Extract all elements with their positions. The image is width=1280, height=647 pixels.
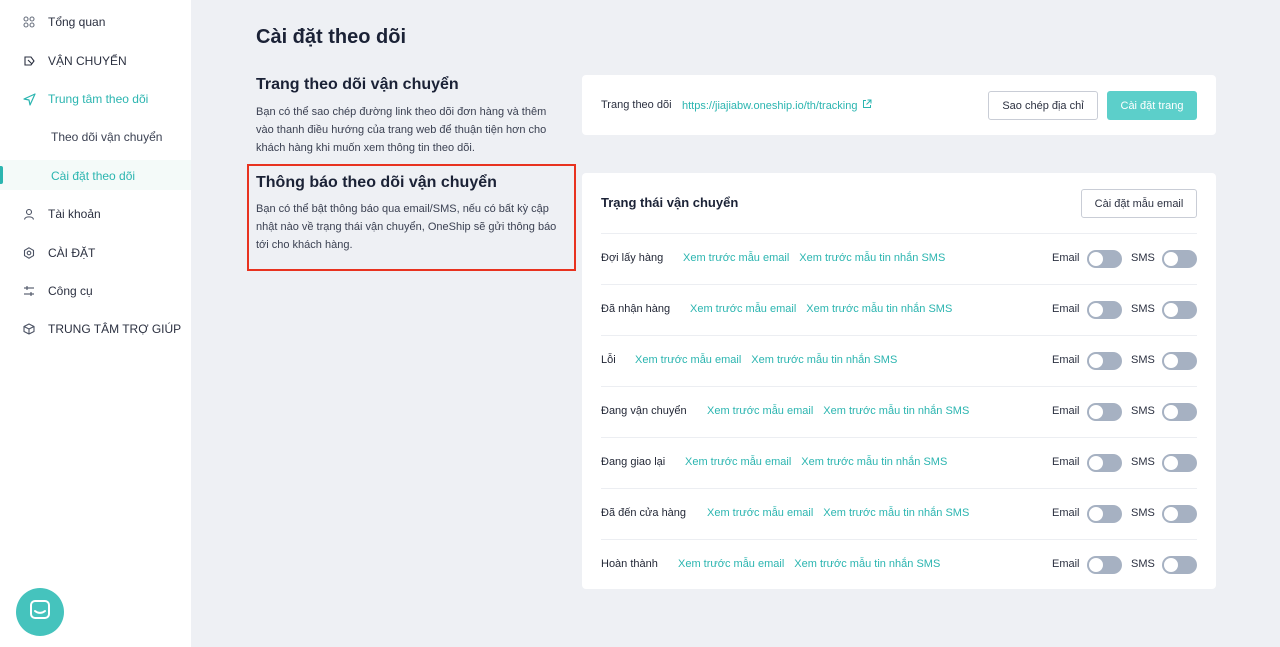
status-row: Lỗi Xem trước mẫu email Xem trước mẫu ti… bbox=[601, 335, 1197, 386]
tools-icon bbox=[22, 284, 36, 298]
email-label: Email bbox=[1052, 558, 1080, 570]
email-toggle[interactable] bbox=[1087, 352, 1122, 370]
sms-label: SMS bbox=[1131, 303, 1155, 315]
preview-sms-link[interactable]: Xem trước mẫu tin nhắn SMS bbox=[799, 252, 945, 264]
status-row: Đang vận chuyển Xem trước mẫu email Xem … bbox=[601, 386, 1197, 437]
preview-email-link[interactable]: Xem trước mẫu email bbox=[707, 405, 813, 417]
sms-label: SMS bbox=[1131, 252, 1155, 264]
preview-email-link[interactable]: Xem trước mẫu email bbox=[690, 303, 796, 315]
sidebar-item-label: TRUNG TÂM TRỢ GIÚP bbox=[48, 322, 182, 336]
sms-toggle[interactable] bbox=[1162, 505, 1197, 523]
status-name: Lỗi bbox=[601, 354, 616, 366]
chat-button[interactable] bbox=[16, 588, 64, 636]
email-label: Email bbox=[1052, 252, 1080, 264]
sidebar-item-label: Tổng quan bbox=[48, 15, 106, 29]
email-toggle[interactable] bbox=[1087, 505, 1122, 523]
external-link-icon bbox=[862, 99, 872, 112]
sidebar-item-tools[interactable]: Công cụ bbox=[0, 283, 191, 299]
notification-description: Bạn có thể bật thông báo qua email/SMS, … bbox=[256, 203, 557, 251]
email-toggle[interactable] bbox=[1087, 301, 1122, 319]
preview-email-link[interactable]: Xem trước mẫu email bbox=[678, 558, 784, 570]
status-row: Đã nhận hàng Xem trước mẫu email Xem trư… bbox=[601, 284, 1197, 335]
user-icon bbox=[22, 207, 36, 221]
status-name: Đã nhận hàng bbox=[601, 303, 671, 315]
preview-sms-link[interactable]: Xem trước mẫu tin nhắn SMS bbox=[751, 354, 897, 366]
notification-title: Thông báo theo dõi vận chuyển bbox=[256, 174, 497, 191]
shipping-status-title: Trạng thái vận chuyển bbox=[601, 195, 739, 210]
status-row: Đợi lấy hàng Xem trước mẫu email Xem trư… bbox=[601, 233, 1197, 284]
preview-email-link[interactable]: Xem trước mẫu email bbox=[635, 354, 741, 366]
sidebar-item-label: Trung tâm theo dõi bbox=[48, 92, 149, 106]
tracking-page-label: Trang theo dõi bbox=[601, 99, 672, 111]
tracking-page-title: Trang theo dõi vận chuyển bbox=[256, 76, 459, 93]
status-row: Hoàn thành Xem trước mẫu email Xem trước… bbox=[601, 539, 1197, 590]
page-title: Cài đặt theo dõi bbox=[256, 26, 406, 48]
tracking-url-link[interactable]: https://jiajiabw.oneship.io/th/tracking bbox=[682, 99, 872, 112]
sidebar-item-help-center[interactable]: TRUNG TÂM TRỢ GIÚP bbox=[0, 321, 191, 337]
email-template-button[interactable]: Cài đặt mẫu email bbox=[1081, 189, 1197, 218]
sms-toggle[interactable] bbox=[1162, 250, 1197, 268]
sidebar: Tổng quan VẬN CHUYỂN Trung tâm theo dõi … bbox=[0, 0, 191, 647]
status-name: Đang vận chuyển bbox=[601, 405, 687, 417]
sidebar-item-label: VẬN CHUYỂN bbox=[48, 54, 127, 68]
sidebar-subitem-label: Cài đặt theo dõi bbox=[51, 169, 136, 183]
sidebar-subitem-tracking-settings[interactable]: Cài đặt theo dõi bbox=[0, 160, 191, 190]
sidebar-subitem-tracking[interactable]: Theo dõi vận chuyển bbox=[0, 122, 191, 152]
email-label: Email bbox=[1052, 354, 1080, 366]
email-toggle[interactable] bbox=[1087, 250, 1122, 268]
sms-label: SMS bbox=[1131, 456, 1155, 468]
setup-page-button[interactable]: Cài đặt trang bbox=[1107, 91, 1197, 120]
sidebar-item-overview[interactable]: Tổng quan bbox=[0, 14, 191, 30]
preview-sms-link[interactable]: Xem trước mẫu tin nhắn SMS bbox=[794, 558, 940, 570]
tracking-page-description: Bạn có thể sao chép đường link theo dõi … bbox=[256, 106, 547, 154]
status-row: Đã đến cửa hàng Xem trước mẫu email Xem … bbox=[601, 488, 1197, 539]
sms-toggle[interactable] bbox=[1162, 454, 1197, 472]
email-toggle[interactable] bbox=[1087, 556, 1122, 574]
sidebar-item-tracking-center[interactable]: Trung tâm theo dõi bbox=[0, 91, 191, 107]
sidebar-item-account[interactable]: Tài khoản bbox=[0, 206, 191, 222]
tracking-url-text: https://jiajiabw.oneship.io/th/tracking bbox=[682, 99, 858, 112]
status-name: Đợi lấy hàng bbox=[601, 252, 664, 264]
sms-toggle[interactable] bbox=[1162, 403, 1197, 421]
sidebar-item-label: Công cụ bbox=[48, 284, 93, 298]
sms-toggle[interactable] bbox=[1162, 352, 1197, 370]
sidebar-item-label: Tài khoản bbox=[48, 207, 101, 221]
status-name: Đã đến cửa hàng bbox=[601, 507, 687, 519]
email-toggle[interactable] bbox=[1087, 454, 1122, 472]
sms-label: SMS bbox=[1131, 507, 1155, 519]
grid-icon bbox=[22, 15, 36, 29]
email-label: Email bbox=[1052, 303, 1080, 315]
preview-sms-link[interactable]: Xem trước mẫu tin nhắn SMS bbox=[806, 303, 952, 315]
email-label: Email bbox=[1052, 507, 1080, 519]
sms-toggle[interactable] bbox=[1162, 301, 1197, 319]
status-name: Hoàn thành bbox=[601, 558, 658, 570]
sms-label: SMS bbox=[1131, 405, 1155, 417]
preview-email-link[interactable]: Xem trước mẫu email bbox=[683, 252, 789, 264]
tracking-page-card: Trang theo dõi https://jiajiabw.oneship.… bbox=[582, 75, 1216, 135]
preview-email-link[interactable]: Xem trước mẫu email bbox=[685, 456, 791, 468]
box-icon bbox=[22, 322, 36, 336]
truck-icon bbox=[22, 54, 36, 68]
preview-sms-link[interactable]: Xem trước mẫu tin nhắn SMS bbox=[823, 507, 969, 519]
email-toggle[interactable] bbox=[1087, 403, 1122, 421]
preview-sms-link[interactable]: Xem trước mẫu tin nhắn SMS bbox=[801, 456, 947, 468]
sms-label: SMS bbox=[1131, 354, 1155, 366]
preview-sms-link[interactable]: Xem trước mẫu tin nhắn SMS bbox=[823, 405, 969, 417]
copy-address-button[interactable]: Sao chép địa chỉ bbox=[988, 91, 1098, 120]
chat-icon bbox=[28, 598, 52, 627]
email-label: Email bbox=[1052, 456, 1080, 468]
settings-icon bbox=[22, 246, 36, 260]
email-label: Email bbox=[1052, 405, 1080, 417]
preview-email-link[interactable]: Xem trước mẫu email bbox=[707, 507, 813, 519]
send-icon bbox=[22, 92, 36, 106]
status-name: Đang giao lại bbox=[601, 456, 666, 468]
sidebar-subitem-label: Theo dõi vận chuyển bbox=[51, 130, 163, 144]
sms-label: SMS bbox=[1131, 558, 1155, 570]
sidebar-item-label: CÀI ĐẶT bbox=[48, 246, 96, 260]
status-row: Đang giao lại Xem trước mẫu email Xem tr… bbox=[601, 437, 1197, 488]
sms-toggle[interactable] bbox=[1162, 556, 1197, 574]
sidebar-item-settings[interactable]: CÀI ĐẶT bbox=[0, 245, 191, 261]
sidebar-item-shipping[interactable]: VẬN CHUYỂN bbox=[0, 53, 191, 69]
notification-card: Trạng thái vận chuyển Cài đặt mẫu email … bbox=[582, 173, 1216, 589]
